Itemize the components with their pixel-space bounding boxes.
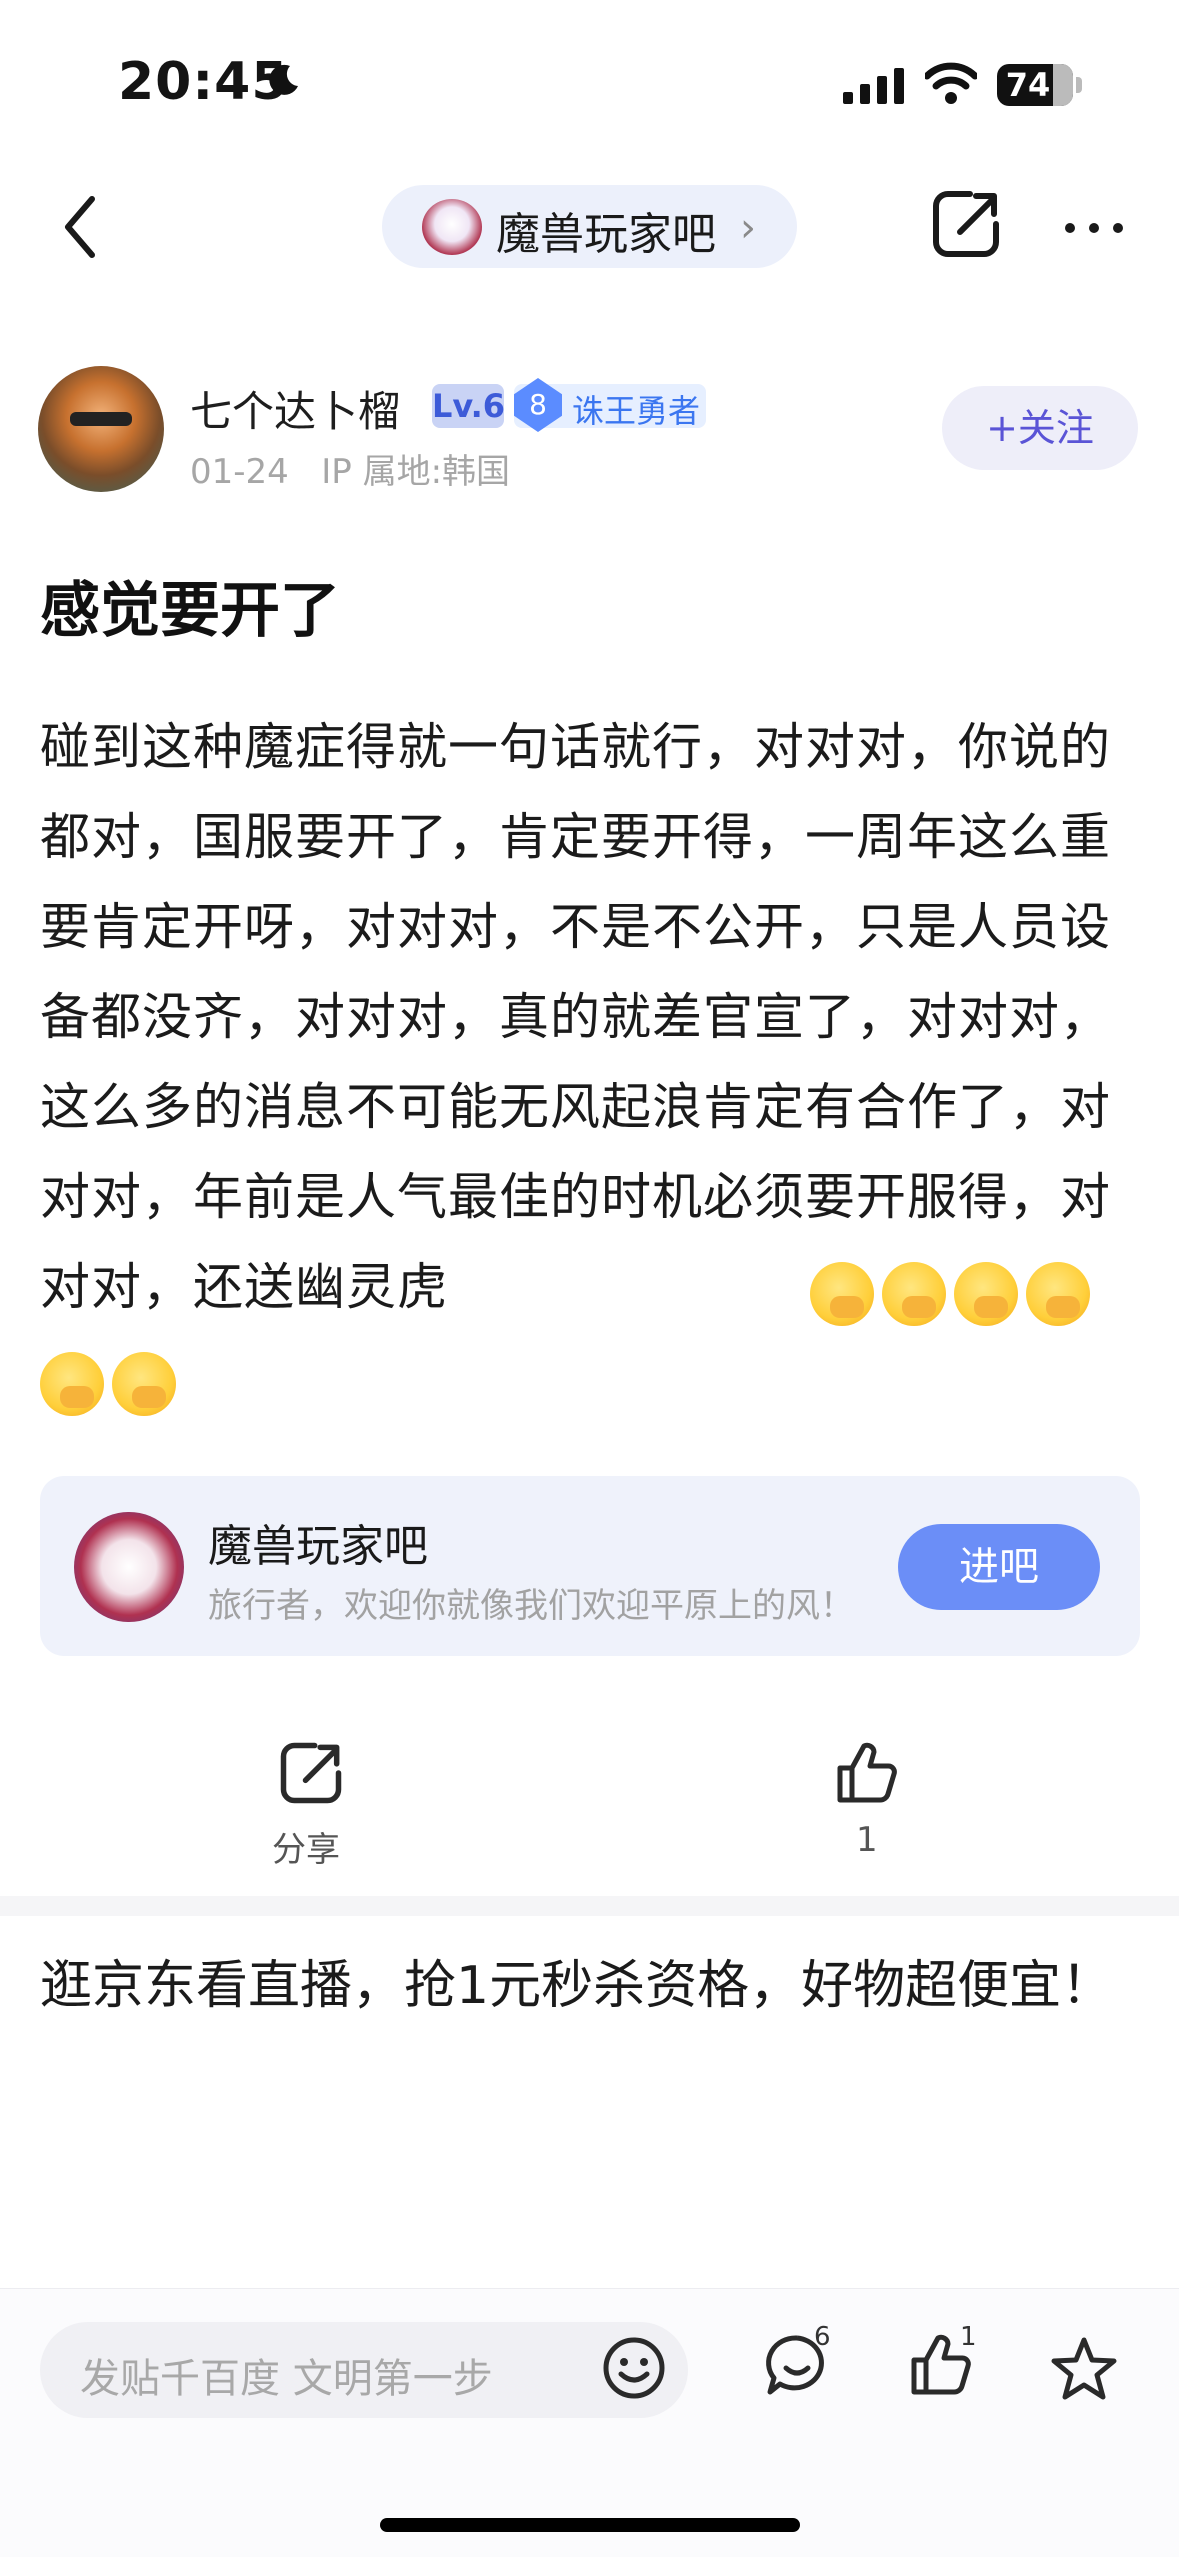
avatar[interactable] <box>38 366 164 492</box>
emoji-row <box>810 1262 1150 1330</box>
hand-over-mouth-emoji-icon <box>954 1262 1018 1326</box>
emoji-row <box>40 1352 240 1420</box>
hand-over-mouth-emoji-icon <box>1026 1262 1090 1326</box>
star-icon[interactable] <box>1050 2336 1118 2402</box>
ad-text[interactable]: 逛京东看直播，抢1元秒杀资格，好物超便宜！ <box>40 1944 1140 2028</box>
battery-tip <box>1076 77 1082 93</box>
post-meta: 01-24 IP 属地:韩国 <box>190 444 510 493</box>
post-body: 碰到这种魔症得就一句话就行，对对对，你说的都对，国服要开了，肯定要开得，一周年这… <box>40 718 1111 1316</box>
post-ip: IP 属地:韩国 <box>321 452 511 492</box>
author-name[interactable]: 七个达卜榴 <box>190 378 400 439</box>
status-time: 20:45 <box>118 52 289 112</box>
post-date: 01-24 <box>190 452 289 492</box>
hand-over-mouth-emoji-icon <box>882 1262 946 1326</box>
section-divider <box>0 1896 1179 1916</box>
avatar-glasses <box>70 412 132 426</box>
hand-over-mouth-emoji-icon <box>810 1262 874 1326</box>
thumbs-up-icon[interactable] <box>836 1740 898 1804</box>
share-icon[interactable] <box>278 1740 344 1806</box>
hand-over-mouth-emoji-icon <box>40 1352 104 1416</box>
share-icon[interactable] <box>930 188 1002 260</box>
bottom-like-count: 1 <box>960 2322 977 2352</box>
forum-pill-name[interactable]: 魔兽玩家吧 <box>496 198 716 262</box>
post-title: 感觉要开了 <box>40 576 340 646</box>
moon-icon <box>269 64 298 95</box>
share-label[interactable]: 分享 <box>272 1822 340 1871</box>
reply-placeholder[interactable]: 发贴千百度 文明第一步 <box>80 2346 493 2404</box>
level-badge: Lv.6 <box>432 384 505 428</box>
chevron-right-icon[interactable]: › <box>740 205 756 251</box>
forum-card-slogan: 旅行者，欢迎你就像我们欢迎平原上的风！ <box>208 1586 854 1626</box>
enter-forum-button[interactable]: 进吧 <box>898 1524 1100 1610</box>
wifi-icon <box>925 62 977 104</box>
like-count: 1 <box>856 1820 878 1860</box>
home-indicator[interactable] <box>380 2518 800 2532</box>
follow-button[interactable]: +关注 <box>942 386 1138 470</box>
battery-indicator: 74 <box>997 64 1073 106</box>
more-icon[interactable] <box>1064 222 1124 234</box>
forum-logo-icon[interactable] <box>74 1512 184 1622</box>
smile-icon[interactable] <box>602 2336 666 2400</box>
honor-title: 诛王勇者 <box>572 392 701 430</box>
back-chevron-icon[interactable] <box>60 195 100 259</box>
comment-count: 6 <box>814 2322 831 2352</box>
forum-logo-icon[interactable] <box>422 199 482 255</box>
hand-over-mouth-emoji-icon <box>112 1352 176 1416</box>
signal-icon <box>843 68 904 104</box>
forum-card-name[interactable]: 魔兽玩家吧 <box>208 1510 428 1574</box>
